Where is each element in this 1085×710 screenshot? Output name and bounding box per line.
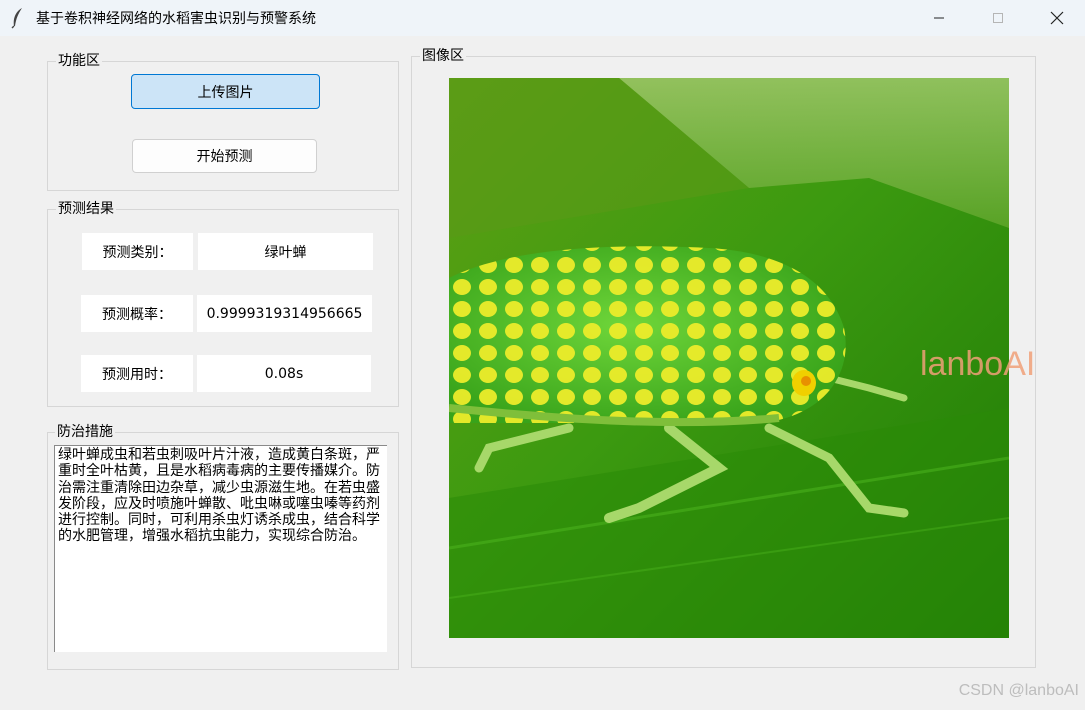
minimize-button[interactable] — [916, 0, 962, 36]
function-group-label: 功能区 — [56, 53, 102, 69]
close-button[interactable] — [1034, 0, 1080, 36]
predict-time-label: 预测用时： — [81, 355, 193, 392]
image-group-label: 图像区 — [420, 48, 466, 64]
title-bar: 基于卷积神经网络的水稻害虫识别与预警系统 — [0, 0, 1085, 36]
close-icon — [1050, 11, 1064, 25]
watermark-overlay: lanboAI — [920, 345, 1036, 383]
watermark-footer: CSDN @lanboAI — [958, 682, 1079, 699]
predict-probability-label: 预测概率： — [81, 295, 193, 332]
predict-class-value: 绿叶蝉 — [198, 233, 373, 270]
predict-probability-value: 0.9999319314956665 — [197, 295, 372, 332]
start-predict-button[interactable]: 开始预测 — [132, 139, 317, 173]
maximize-icon — [993, 13, 1003, 23]
maximize-button[interactable] — [975, 0, 1021, 36]
upload-image-button[interactable]: 上传图片 — [131, 74, 320, 109]
predict-class-label: 预测类别： — [82, 233, 193, 270]
minimize-icon — [934, 17, 944, 19]
advice-textbox[interactable]: 绿叶蝉成虫和若虫刺吸叶片汁液，造成黄白条斑，严重时全叶枯黄，且是水稻病毒病的主要… — [54, 445, 387, 652]
feather-icon — [11, 8, 22, 29]
advice-group-label: 防治措施 — [55, 424, 115, 440]
predict-time-value: 0.08s — [197, 355, 371, 392]
window-title: 基于卷积神经网络的水稻害虫识别与预警系统 — [36, 11, 316, 27]
result-group-label: 预测结果 — [56, 201, 116, 217]
